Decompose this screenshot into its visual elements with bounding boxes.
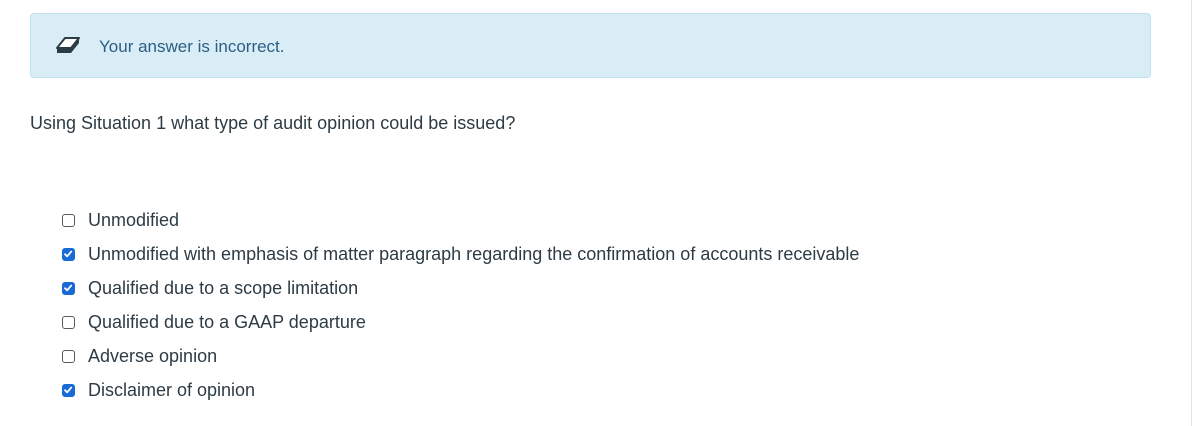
answer-label: Qualified due to a GAAP departure	[88, 312, 366, 332]
answer-option[interactable]: Unmodified with emphasis of matter parag…	[62, 237, 859, 271]
checkbox[interactable]	[62, 383, 75, 397]
checkbox[interactable]	[62, 349, 75, 363]
answer-option[interactable]: Unmodified	[62, 203, 859, 237]
checkbox[interactable]	[62, 213, 75, 227]
answer-label: Disclaimer of opinion	[88, 380, 256, 400]
answer-option[interactable]: Adverse opinion	[62, 339, 859, 373]
checkmark-icon	[64, 386, 73, 393]
checkbox[interactable]	[62, 281, 75, 295]
incorrect-feedback-banner: Your answer is incorrect.	[30, 13, 1151, 78]
answer-list: Unmodified Unmodified with emphasis of m…	[62, 203, 859, 407]
answer-option[interactable]: Qualified due to a scope limitation	[62, 271, 859, 305]
checkmark-icon	[64, 284, 73, 291]
question-text: Using Situation 1 what type of audit opi…	[30, 113, 516, 133]
eraser-icon	[53, 32, 83, 58]
answer-label: Unmodified	[88, 210, 180, 230]
answer-label: Adverse opinion	[88, 346, 218, 366]
answer-label: Unmodified with emphasis of matter parag…	[88, 244, 860, 264]
answer-option[interactable]: Qualified due to a GAAP departure	[62, 305, 859, 339]
answer-option[interactable]: Disclaimer of opinion	[62, 373, 859, 407]
checkmark-icon	[64, 250, 73, 257]
checkbox[interactable]	[62, 315, 75, 329]
quiz-page: Your answer is incorrect. Using Situatio…	[0, 0, 1192, 426]
answer-label: Qualified due to a scope limitation	[88, 278, 359, 298]
checkbox[interactable]	[62, 247, 75, 261]
feedback-message: Your answer is incorrect.	[99, 37, 285, 56]
